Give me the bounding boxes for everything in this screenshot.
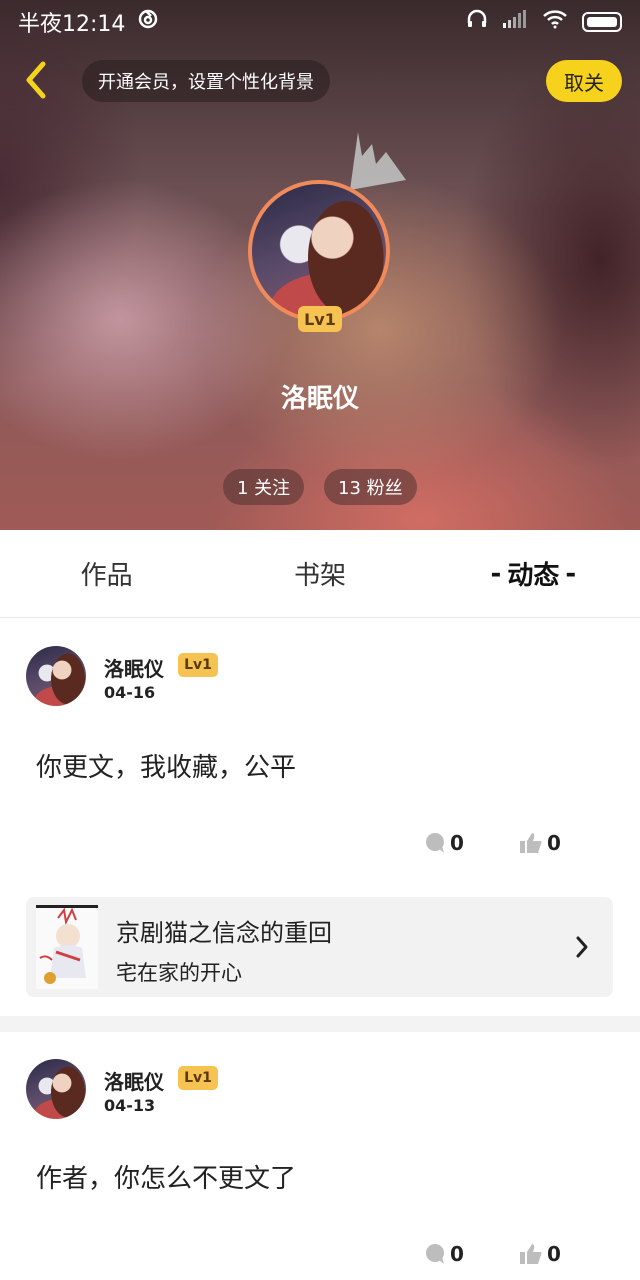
post-author-name[interactable]: 洛眠仪 bbox=[104, 1066, 164, 1095]
following-count[interactable]: 1 关注 bbox=[223, 469, 305, 505]
like-count: 0 bbox=[547, 1242, 561, 1266]
tab-works[interactable]: 作品 bbox=[0, 530, 213, 617]
linked-book-card[interactable]: 京剧猫之信念的重回 宅在家的开心 bbox=[26, 897, 613, 997]
post-level-badge: Lv1 bbox=[178, 653, 218, 677]
wifi-icon bbox=[542, 9, 568, 35]
profile-username: 洛眠仪 bbox=[280, 384, 359, 414]
avatar-image bbox=[248, 180, 390, 322]
signal-icon bbox=[502, 9, 528, 35]
profile-tabs: 作品 书架 - 动态 - bbox=[0, 530, 640, 618]
vip-background-promo[interactable]: 开通会员，设置个性化背景 bbox=[82, 60, 330, 102]
activity-post: 洛眠仪 Lv1 04-13 作者，你怎么不更文了 0 0 bbox=[0, 1032, 640, 1280]
post-actions: 0 0 bbox=[0, 1242, 640, 1272]
chevron-right-icon bbox=[576, 936, 588, 958]
tab-bookshelf-label: 书架 bbox=[293, 561, 346, 591]
post-author-avatar[interactable] bbox=[26, 646, 86, 706]
comment-count: 0 bbox=[450, 1242, 464, 1266]
post-author-name[interactable]: 洛眠仪 bbox=[104, 653, 164, 682]
profile-avatar[interactable] bbox=[248, 180, 390, 322]
thumbs-up-icon bbox=[520, 833, 542, 853]
tab-activity-label: 动态 bbox=[507, 561, 560, 591]
level-badge: Lv1 bbox=[298, 306, 342, 332]
tab-active-dash-left: - bbox=[490, 558, 502, 589]
post-author-avatar[interactable] bbox=[26, 1059, 86, 1119]
like-count: 0 bbox=[547, 831, 561, 855]
post-date: 04-16 bbox=[104, 683, 156, 702]
profile-header: 半夜12:14 开通会员，设置个性化背景 取关 Lv1 洛眠仪 1 关注 13 … bbox=[0, 0, 640, 530]
post-actions: 0 0 bbox=[0, 831, 640, 861]
tab-activity[interactable]: - 动态 - bbox=[427, 530, 640, 617]
book-title: 京剧猫之信念的重回 bbox=[116, 919, 332, 947]
comment-icon bbox=[426, 833, 444, 853]
comment-icon bbox=[426, 1244, 444, 1264]
status-time: 半夜12:14 bbox=[18, 12, 126, 37]
status-bar: 半夜12:14 bbox=[0, 0, 640, 44]
post-level-badge: Lv1 bbox=[178, 1066, 218, 1090]
chevron-left-icon bbox=[26, 61, 46, 99]
tab-bookshelf[interactable]: 书架 bbox=[213, 530, 426, 617]
battery-icon bbox=[582, 12, 622, 32]
post-divider bbox=[0, 1016, 640, 1032]
unfollow-button[interactable]: 取关 bbox=[546, 60, 622, 102]
comment-button[interactable]: 0 bbox=[424, 1242, 464, 1266]
like-button[interactable]: 0 bbox=[519, 1242, 561, 1266]
post-content: 你更文，我收藏，公平 bbox=[36, 753, 297, 783]
tab-active-dash-right: - bbox=[565, 558, 577, 589]
tab-works-label: 作品 bbox=[80, 561, 133, 591]
post-date: 04-13 bbox=[104, 1096, 156, 1115]
app-notification-icon bbox=[137, 8, 159, 36]
comment-button[interactable]: 0 bbox=[424, 831, 464, 855]
back-button[interactable] bbox=[14, 58, 58, 102]
post-content: 作者，你怎么不更文了 bbox=[36, 1164, 297, 1194]
thumbs-up-icon bbox=[520, 1244, 542, 1264]
fans-count[interactable]: 13 粉丝 bbox=[324, 469, 417, 505]
book-author: 宅在家的开心 bbox=[116, 961, 242, 985]
comment-count: 0 bbox=[450, 831, 464, 855]
headphone-icon bbox=[466, 8, 488, 36]
book-cover-image bbox=[36, 905, 98, 989]
like-button[interactable]: 0 bbox=[519, 831, 561, 855]
